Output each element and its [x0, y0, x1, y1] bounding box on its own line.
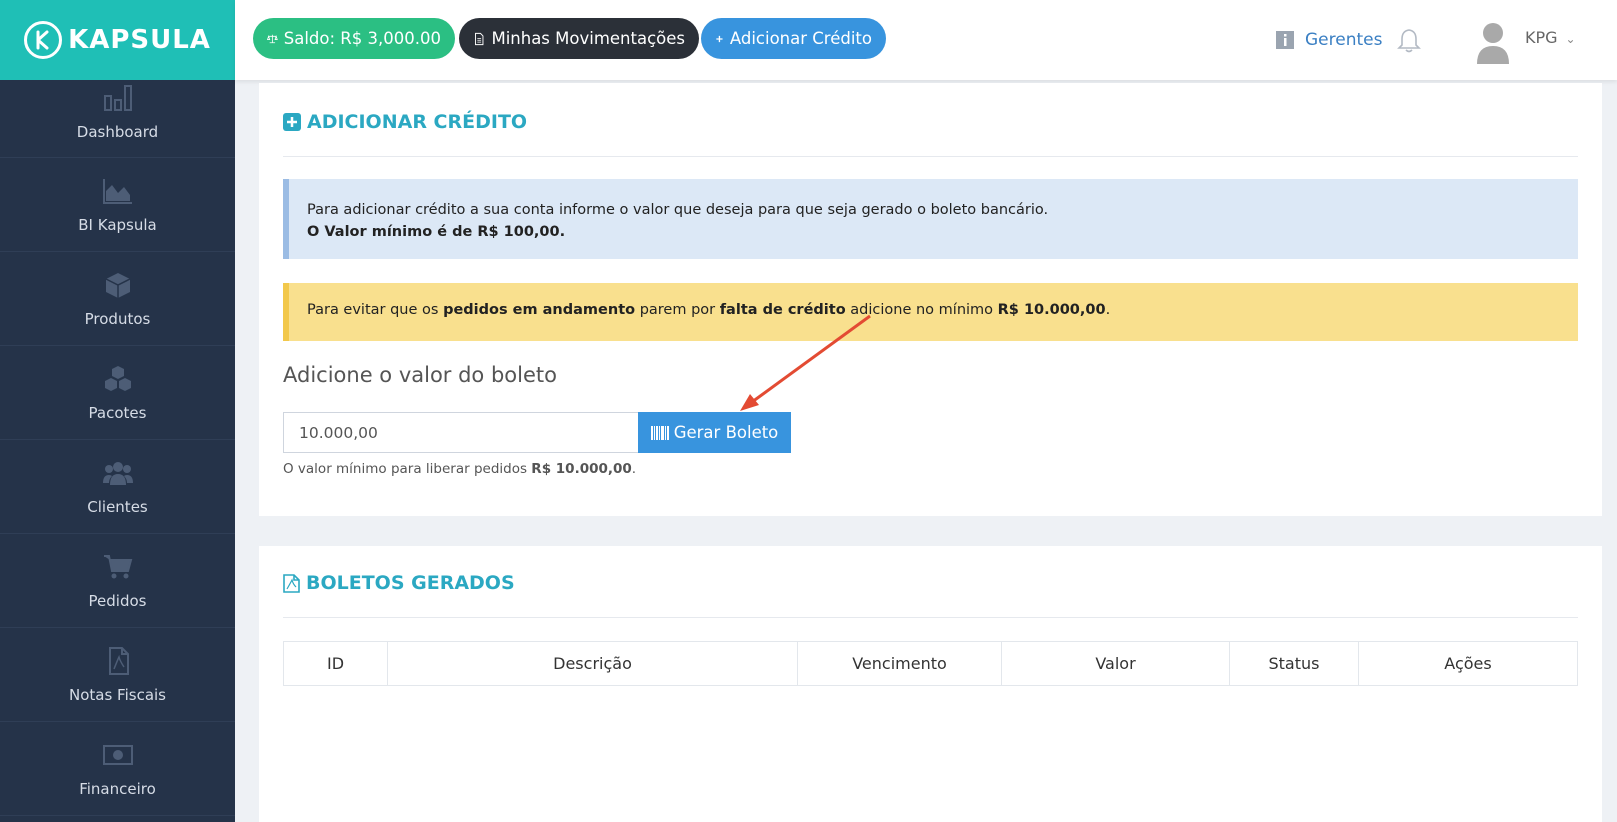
divider [283, 617, 1578, 618]
money-icon [101, 740, 135, 770]
info-alert: Para adicionar crédito a sua conta infor… [283, 179, 1578, 259]
user-name: KPG [1525, 28, 1558, 47]
sidebar-item-label: Produtos [84, 309, 151, 328]
sidebar-item-label: Notas Fiscais [69, 685, 166, 704]
warning-bold: falta de crédito [719, 302, 846, 318]
cubes-icon [101, 364, 135, 394]
plus-square-icon [283, 113, 301, 131]
sidebar-item-dashboard[interactable]: Dashboard [0, 80, 235, 158]
users-icon [101, 458, 135, 488]
gerar-boleto-button[interactable]: Gerar Boleto [638, 412, 791, 453]
document-icon [475, 32, 484, 45]
adicionar-credito-button[interactable]: Adicionar Crédito [701, 18, 886, 59]
sidebar-item-label: Pacotes [88, 403, 147, 422]
adicionar-credito-card: ADICIONAR CRÉDITO Para adicionar crédito… [259, 83, 1602, 516]
hint-text: O valor mínimo para liberar pedidos R$ 1… [283, 461, 636, 477]
plus-icon [716, 35, 723, 42]
warning-text: adicione no mínimo [845, 302, 998, 318]
saldo-label: Saldo: R$ 3,000.00 [283, 29, 441, 48]
sidebar-item-notas-fiscais[interactable]: Notas Fiscais [0, 628, 235, 722]
gerentes-label: Gerentes [1305, 30, 1383, 50]
info-icon [1276, 31, 1294, 49]
user-menu[interactable]: KPG ⌄ [1475, 20, 1576, 64]
table-header-row: ID Descrição Vencimento Valor Status Açõ… [283, 641, 1578, 686]
movimentacoes-label: Minhas Movimentações [491, 29, 685, 48]
balance-scale-icon [267, 34, 278, 43]
card-title: ADICIONAR CRÉDITO [283, 111, 527, 133]
adicionar-credito-label: Adicionar Crédito [729, 29, 872, 48]
cart-icon [101, 552, 135, 582]
hint-text-end: . [631, 461, 637, 477]
boleto-field-label: Adicione o valor do boleto [283, 363, 557, 387]
gerar-boleto-label: Gerar Boleto [673, 423, 779, 442]
boleto-value-input[interactable] [283, 412, 638, 453]
sidebar-item-label: Clientes [87, 497, 148, 516]
divider [283, 156, 1578, 157]
sidebar: KAPSULA Dashboard BI Kapsula Produtos Pa… [0, 0, 235, 822]
column-header-descricao[interactable]: Descrição [387, 641, 798, 686]
hint-bold: R$ 10.000,00 [531, 461, 632, 477]
column-header-acoes[interactable]: Ações [1358, 641, 1578, 686]
file-pdf-icon [101, 646, 135, 676]
boletos-gerados-title: BOLETOS GERADOS [306, 572, 515, 594]
sidebar-nav: Dashboard BI Kapsula Produtos Pacotes Cl… [0, 80, 235, 816]
adicionar-credito-title: ADICIONAR CRÉDITO [307, 111, 528, 133]
sidebar-item-label: Pedidos [88, 591, 147, 610]
column-header-valor[interactable]: Valor [1001, 641, 1230, 686]
warning-bold: R$ 10.000,00 [997, 302, 1106, 318]
movimentacoes-button[interactable]: Minhas Movimentações [459, 18, 699, 59]
sidebar-item-financeiro[interactable]: Financeiro [0, 722, 235, 816]
saldo-button[interactable]: Saldo: R$ 3,000.00 [253, 18, 455, 59]
hint-text-part: O valor mínimo para liberar pedidos [283, 461, 532, 477]
boletos-table: ID Descrição Vencimento Valor Status Açõ… [283, 641, 1578, 686]
brand-logo[interactable]: KAPSULA [0, 0, 235, 80]
sidebar-item-label: Financeiro [79, 779, 156, 798]
chevron-down-icon: ⌄ [1565, 32, 1576, 46]
notifications-button[interactable] [1397, 28, 1421, 58]
avatar [1477, 23, 1509, 64]
area-chart-icon [101, 176, 135, 206]
card-title: BOLETOS GERADOS [283, 572, 515, 594]
top-bar: Saldo: R$ 3,000.00 Minhas Movimentações … [235, 0, 1617, 80]
cube-icon [101, 270, 135, 300]
warning-bold: pedidos em andamento [443, 302, 636, 318]
warning-text: . [1105, 302, 1111, 318]
sidebar-item-label: Dashboard [76, 123, 159, 141]
gerentes-link[interactable]: Gerentes [1275, 30, 1382, 50]
info-line-2: O Valor mínimo é de R$ 100,00. [307, 224, 566, 240]
column-header-id[interactable]: ID [283, 641, 388, 686]
boletos-gerados-card: BOLETOS GERADOS ID Descrição Vencimento … [259, 546, 1602, 822]
bar-chart-icon [101, 83, 135, 113]
bell-icon [1397, 29, 1421, 53]
file-pdf-icon [283, 573, 300, 593]
sidebar-item-clientes[interactable]: Clientes [0, 440, 235, 534]
brand-name: KAPSULA [68, 25, 211, 55]
warning-text: parem por [635, 302, 720, 318]
info-line-1: Para adicionar crédito a sua conta infor… [307, 202, 1049, 218]
sidebar-item-produtos[interactable]: Produtos [0, 252, 235, 346]
kapsula-logo-icon [24, 21, 63, 59]
sidebar-item-pacotes[interactable]: Pacotes [0, 346, 235, 440]
column-header-status[interactable]: Status [1229, 641, 1359, 686]
sidebar-item-bi-kapsula[interactable]: BI Kapsula [0, 158, 235, 252]
warning-alert: Para evitar que os pedidos em andamento … [283, 283, 1578, 341]
barcode-icon [650, 425, 669, 440]
column-header-vencimento[interactable]: Vencimento [797, 641, 1002, 686]
warning-text: Para evitar que os [307, 302, 444, 318]
sidebar-item-pedidos[interactable]: Pedidos [0, 534, 235, 628]
sidebar-item-label: BI Kapsula [78, 215, 157, 234]
